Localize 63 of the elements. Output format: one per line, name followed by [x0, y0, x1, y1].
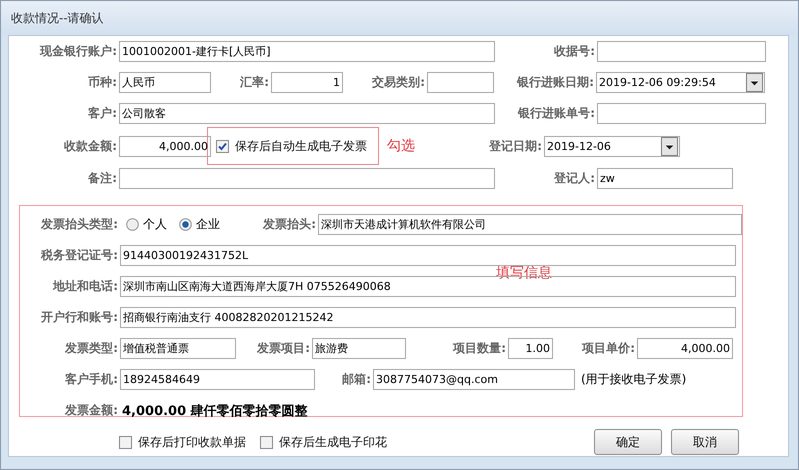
radio-icon[interactable]	[126, 218, 139, 231]
field-label: 邮箱:	[341, 371, 372, 388]
field-label: 收据号:	[553, 43, 596, 60]
checked-checkbox-icon[interactable]	[216, 140, 229, 152]
text-field[interactable]: 1.00	[508, 338, 553, 359]
field-label: 客户:	[87, 105, 118, 122]
field-label: 客户手机:	[64, 371, 119, 388]
field-label: 登记人:	[552, 170, 596, 187]
checkbox-icon[interactable]	[119, 436, 132, 448]
text-field[interactable]: 增值税普通票	[120, 338, 236, 359]
text-field[interactable]	[597, 41, 766, 62]
window-title: 收款情况--请确认	[11, 10, 104, 26]
text-field[interactable]: 招商银行南油支行 40082820201215242	[120, 307, 736, 328]
field-label: 发票金额:	[64, 402, 119, 419]
date-dropdown[interactable]: 2019-12-06 09:29:54	[596, 72, 765, 93]
date-dropdown[interactable]: 2019-12-06	[544, 136, 680, 156]
field-label: 项目数量:	[452, 340, 507, 357]
hint-text: (用于接收电子发票)	[581, 371, 686, 388]
field-label: 收款金额:	[63, 138, 118, 154]
dropdown-icon[interactable]	[746, 73, 763, 92]
text-field[interactable]: 91440300192431752L	[120, 245, 736, 266]
field-label: 税务登记证号:	[40, 247, 119, 264]
text-field[interactable]	[427, 72, 494, 93]
text-field[interactable]: 4,000.00	[637, 338, 733, 359]
dialog-button[interactable]: 取消	[671, 429, 739, 455]
invoice-amount: 4,000.00 肆仟零佰零拾零圆整	[122, 402, 308, 420]
field-label: 银行进账日期:	[516, 74, 595, 91]
field-label: 发票抬头类型:	[40, 216, 119, 233]
field-label: 登记日期:	[488, 138, 543, 154]
field-label: 现金银行账户:	[38, 43, 118, 60]
checkbox-label[interactable]: 保存后生成电子印花	[279, 434, 387, 450]
field-label: 币种:	[87, 74, 118, 91]
text-field[interactable]: 深圳市天港成计算机软件有限公司	[318, 214, 742, 235]
text-field[interactable]: 3087754073@qq.com	[373, 369, 575, 390]
text-field[interactable]: 旅游费	[312, 338, 406, 359]
text-field[interactable]: zw	[597, 168, 733, 189]
field-label: 备注:	[87, 170, 118, 187]
selected-radio-icon[interactable]	[179, 218, 192, 231]
field-label: 地址和电话:	[52, 278, 119, 295]
field-label: 项目单价:	[580, 340, 636, 357]
text-field[interactable]: 公司散客	[119, 103, 495, 124]
dropdown-icon[interactable]	[661, 136, 678, 156]
field-label: 银行进账单号:	[516, 105, 596, 122]
field-label: 发票抬头:	[262, 216, 317, 233]
radio-label[interactable]: 企业	[196, 216, 220, 233]
field-label: 开户行和账号:	[40, 309, 119, 326]
field-label: 发票类型:	[64, 340, 119, 357]
checkbox-label[interactable]: 保存后自动生成电子发票	[235, 138, 367, 154]
text-field[interactable]: 4,000.00	[119, 136, 211, 156]
annotation-text: 勾选	[387, 137, 415, 155]
text-field[interactable]	[597, 103, 766, 124]
text-field[interactable]: 1001002001-建行卡[人民币]	[119, 41, 495, 62]
field-label: 发票项目:	[256, 340, 311, 357]
radio-label[interactable]: 个人	[143, 216, 167, 233]
text-field[interactable]: 1	[271, 72, 343, 93]
text-field[interactable]: 18924584649	[120, 369, 315, 390]
checkbox-icon[interactable]	[260, 436, 273, 448]
field-label: 交易类别:	[371, 74, 426, 91]
text-field[interactable]	[119, 168, 495, 189]
field-label: 汇率:	[239, 74, 270, 91]
dialog-button[interactable]: 确定	[594, 429, 662, 455]
checkbox-label[interactable]: 保存后打印收款单据	[138, 434, 246, 450]
text-field[interactable]: 人民币	[119, 72, 211, 93]
